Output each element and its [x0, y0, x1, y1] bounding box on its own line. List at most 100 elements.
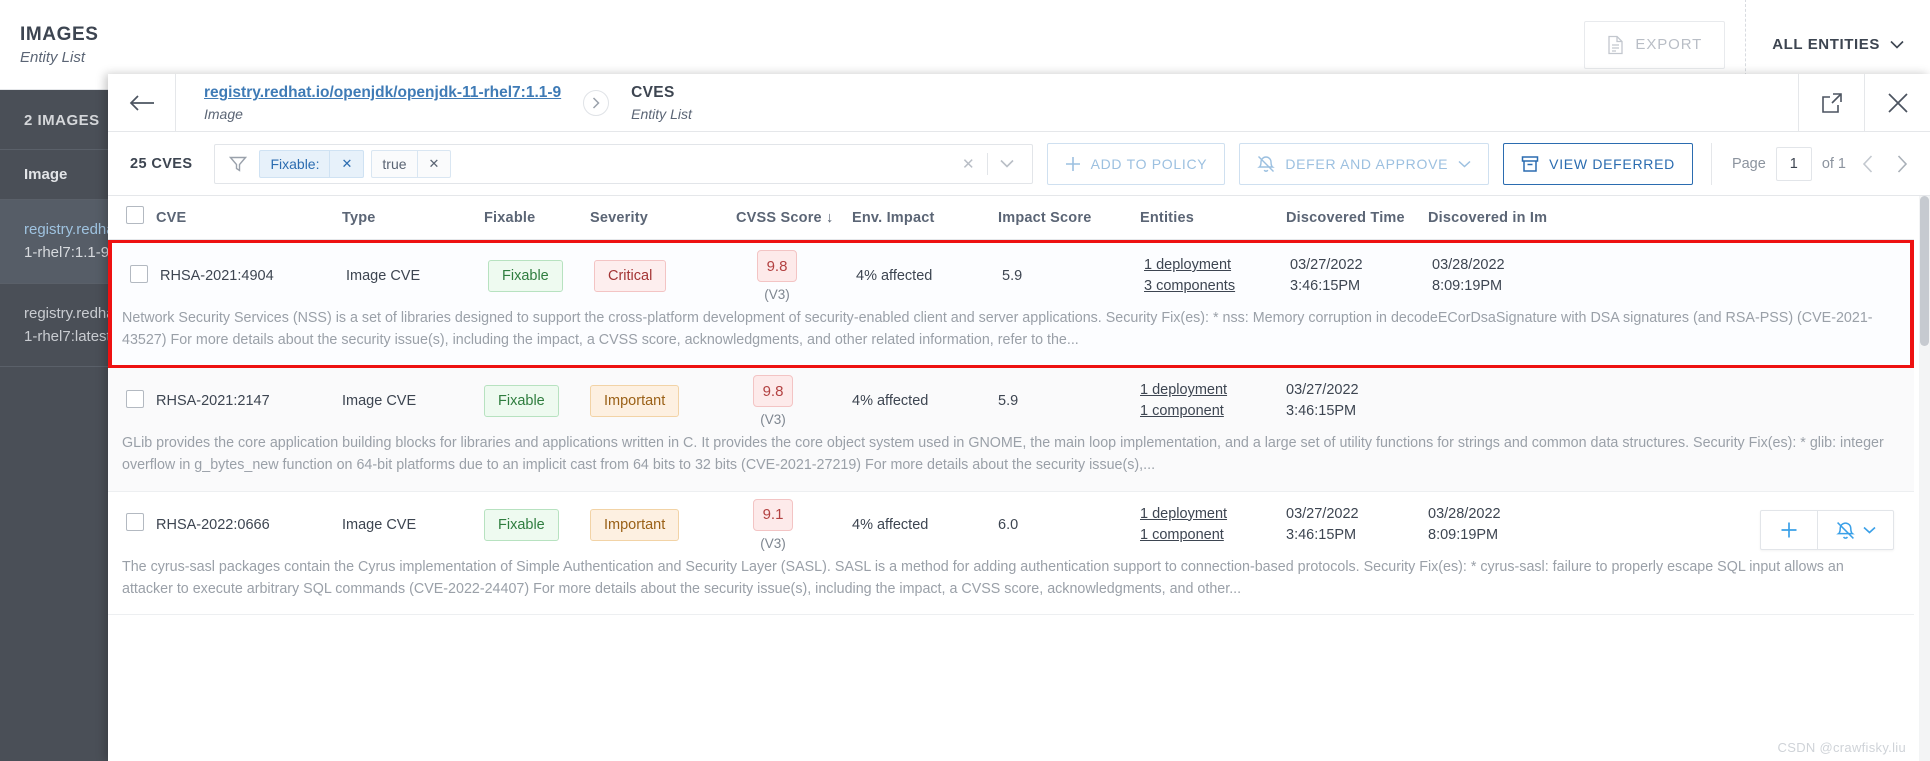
discovered-time: 3:46:15PM — [1290, 278, 1361, 294]
cell-fixable: Fixable — [484, 385, 590, 418]
discovered-in-image-date: 03/28/2022 — [1428, 505, 1501, 522]
column-header-fixable[interactable]: Fixable — [484, 210, 590, 226]
page-total-label: of 1 — [1821, 155, 1846, 172]
defer-and-approve-button[interactable]: DEFER AND APPROVE — [1239, 142, 1490, 185]
filter-chip-value-remove-icon[interactable]: ✕ — [416, 150, 451, 177]
plus-icon — [1065, 156, 1081, 172]
archive-icon — [1521, 155, 1539, 173]
cell-env-impact: 4% affected — [852, 516, 929, 533]
column-header-severity[interactable]: Severity — [590, 210, 736, 226]
filter-input-area[interactable]: Fixable: ✕ true ✕ ✕ — [214, 143, 1033, 184]
cve-count-label: 25 CVES — [130, 155, 193, 172]
breadcrumb-image-link[interactable]: registry.redhat.io/openjdk/openjdk-11-rh… — [204, 83, 561, 103]
cvss-score-badge: 9.8 — [757, 250, 797, 282]
row-checkbox[interactable] — [108, 513, 156, 536]
arrow-left-icon — [129, 94, 155, 112]
page-title-block: IMAGES Entity List — [0, 23, 99, 67]
discovered-time: 3:46:15PM — [1286, 403, 1357, 420]
entities-components-link[interactable]: 1 component — [1140, 401, 1286, 422]
add-to-policy-button[interactable]: ADD TO POLICY — [1046, 142, 1226, 185]
table-scrollbar-thumb[interactable] — [1920, 196, 1929, 346]
table-row-main: RHSA-2021:4904 Image CVE Fixable Critica… — [112, 243, 1910, 305]
filter-chevron-down-icon[interactable] — [988, 159, 1026, 168]
column-header-entities[interactable]: Entities — [1140, 210, 1286, 226]
filter-chip-key-label: Fixable: — [270, 155, 320, 172]
entities-deployment-link[interactable]: 1 deployment — [1140, 504, 1286, 525]
discovered-date: 03/27/2022 — [1286, 505, 1359, 522]
close-panel-button[interactable] — [1864, 74, 1930, 131]
table-row-main: RHSA-2021:2147 Image CVE Fixable Importa… — [108, 368, 1914, 430]
cell-cve: RHSA-2021:2147 — [156, 393, 270, 410]
column-header-env-impact[interactable]: Env. Impact — [852, 210, 998, 226]
fixable-badge: Fixable — [484, 508, 559, 541]
export-label: EXPORT — [1635, 36, 1703, 53]
table-row-main: RHSA-2022:0666 Image CVE Fixable Importa… — [108, 492, 1914, 554]
chevron-down-icon — [1862, 526, 1876, 534]
entities-deployment-link[interactable]: 1 deployment — [1140, 380, 1286, 401]
cell-entities: 1 deployment 1 component — [1140, 504, 1286, 546]
column-header-cvss-score[interactable]: CVSS Score ↓ — [736, 210, 852, 226]
cvss-score-badge: 9.8 — [753, 375, 793, 408]
defer-chevron-down-icon — [1458, 160, 1471, 168]
row-description: The cyrus-sasl packages contain the Cyru… — [122, 558, 1844, 597]
cell-cve: RHSA-2021:4904 — [160, 268, 274, 284]
column-header-discovered-time[interactable]: Discovered Time — [1286, 210, 1428, 226]
cell-type: Image CVE — [346, 268, 421, 284]
column-header-type[interactable]: Type — [342, 210, 484, 226]
view-deferred-button[interactable]: VIEW DEFERRED — [1503, 142, 1693, 185]
fixable-badge: Fixable — [484, 385, 559, 418]
cell-cvss-score: 9.8 (V3) — [736, 375, 852, 427]
discovered-date: 03/27/2022 — [1290, 256, 1363, 273]
breadcrumb-cves-label: CVES — [631, 84, 675, 102]
entities-deployment-link[interactable]: 1 deployment — [1144, 255, 1290, 276]
plus-icon — [1780, 521, 1798, 539]
discovered-in-image-time: 8:09:19PM — [1428, 526, 1499, 543]
cell-fixable: Fixable — [488, 260, 594, 292]
cell-discovered-in-image: 03/28/2022 8:09:19PM — [1432, 255, 1592, 297]
table-scrollbar[interactable] — [1919, 196, 1930, 761]
row-checkbox[interactable] — [112, 264, 160, 288]
filter-chip-value[interactable]: true ✕ — [371, 149, 452, 178]
cell-impact-score: 6.0 — [998, 516, 1019, 533]
view-deferred-label: VIEW DEFERRED — [1549, 155, 1675, 172]
add-to-policy-row-button[interactable] — [1761, 511, 1817, 549]
add-to-policy-label: ADD TO POLICY — [1090, 155, 1208, 172]
filter-chip-key-remove-icon[interactable]: ✕ — [329, 150, 363, 177]
cve-table-container: CVE Type Fixable Severity CVSS Score ↓ E… — [108, 196, 1930, 761]
cell-discovered-in-image: 03/28/2022 8:09:19PM — [1428, 504, 1588, 546]
cell-cvss-score: 9.1 (V3) — [736, 498, 852, 551]
page-input[interactable]: 1 — [1775, 146, 1812, 181]
table-row[interactable]: RHSA-2021:4904 Image CVE Fixable Critica… — [108, 240, 1914, 369]
document-icon — [1607, 35, 1624, 55]
table-row[interactable]: RHSA-2022:0666 Image CVE Fixable Importa… — [108, 492, 1914, 615]
row-checkbox[interactable] — [108, 389, 156, 413]
external-link-button[interactable] — [1798, 74, 1864, 131]
defer-row-button[interactable] — [1817, 511, 1893, 549]
bell-off-icon — [1257, 155, 1276, 173]
cell-severity: Critical — [594, 260, 740, 292]
row-description: GLib provides the core application build… — [122, 435, 1884, 474]
cell-entities: 1 deployment 1 component — [1140, 380, 1286, 422]
cve-table: CVE Type Fixable Severity CVSS Score ↓ E… — [108, 196, 1914, 615]
column-header-discovered-in-image[interactable]: Discovered in Im — [1428, 210, 1588, 226]
breadcrumb-item-image[interactable]: registry.redhat.io/openjdk/openjdk-11-rh… — [204, 83, 561, 121]
export-button[interactable]: EXPORT — [1584, 20, 1726, 69]
next-page-button[interactable] — [1890, 154, 1914, 173]
column-header-cve[interactable]: CVE — [156, 210, 342, 226]
pagination: Page 1 of 1 — [1710, 142, 1914, 185]
column-header-impact-score[interactable]: Impact Score — [998, 210, 1140, 226]
breadcrumb-cves-sub: Entity List — [631, 105, 692, 122]
previous-page-button[interactable] — [1856, 154, 1880, 173]
fixable-badge: Fixable — [488, 260, 563, 292]
breadcrumb-item-cves: CVES Entity List — [631, 83, 692, 121]
cell-env-impact: 4% affected — [852, 393, 929, 410]
table-row[interactable]: RHSA-2021:2147 Image CVE Fixable Importa… — [108, 368, 1914, 492]
entities-components-link[interactable]: 1 component — [1140, 525, 1286, 546]
filter-chip-group: Fixable: ✕ true ✕ — [259, 149, 452, 178]
back-button[interactable] — [108, 74, 176, 131]
filter-chip-key[interactable]: Fixable: ✕ — [259, 149, 365, 178]
entities-components-link[interactable]: 3 components — [1144, 276, 1290, 297]
cvss-version-label: (V3) — [760, 535, 786, 551]
filter-clear-icon[interactable]: ✕ — [950, 155, 987, 173]
select-all-checkbox[interactable] — [108, 206, 156, 229]
